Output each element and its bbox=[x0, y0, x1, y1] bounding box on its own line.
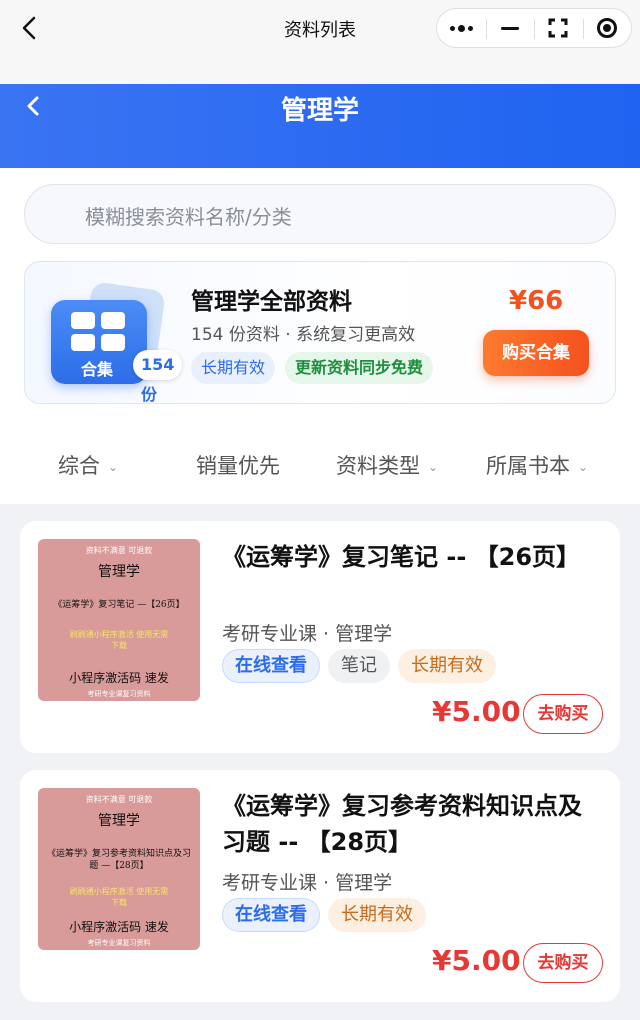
bundle-icon-label: 合集 bbox=[81, 360, 114, 379]
minimize-button[interactable] bbox=[485, 9, 535, 47]
more-options-button[interactable] bbox=[437, 9, 486, 47]
item-price: ¥5.00 bbox=[432, 695, 521, 728]
more-dots-icon bbox=[449, 24, 473, 32]
list-item[interactable]: 资料不满意 可退款 管理学 《运筹学》复习笔记 —【26页】 刷刷通小程序激活 … bbox=[20, 521, 620, 753]
filter-bar: 综合 ⌄ 销量优先 资料类型 ⌄ 所属书本 ⌄ bbox=[0, 424, 640, 504]
buy-button[interactable]: 去购买 bbox=[523, 943, 603, 983]
document-thumbnail: 资料不满意 可退款 管理学 《运筹学》复习参考资料知识点及习题 —【28页】 刷… bbox=[38, 788, 200, 950]
tag: 笔记 bbox=[328, 649, 390, 683]
chevron-down-icon: ⌄ bbox=[428, 460, 439, 474]
tag: 更新资料同步免费 bbox=[285, 352, 434, 384]
item-title: 《运筹学》复习参考资料知识点及习题 -- 【28页】 bbox=[222, 792, 582, 856]
count-badge: 154份 bbox=[133, 350, 183, 404]
search-placeholder: 模糊搜索资料名称/分类 bbox=[85, 205, 292, 229]
capsule-menu bbox=[436, 8, 632, 48]
bundle-price: ¥66 bbox=[509, 286, 564, 316]
fullscreen-button[interactable] bbox=[534, 9, 583, 47]
bundle-icon: 合集 154份 bbox=[51, 281, 183, 404]
filter-label: 资料类型 bbox=[336, 454, 420, 478]
bundle-card[interactable]: 合集 154份 管理学全部资料 154 份资料 · 系统复习更高效 长期有效 更… bbox=[24, 261, 616, 404]
target-icon bbox=[596, 18, 617, 38]
buy-button[interactable]: 去购买 bbox=[523, 694, 603, 734]
filter-comprehensive[interactable]: 综合 ⌄ bbox=[58, 450, 118, 480]
list-item[interactable]: 资料不满意 可退款 管理学 《运筹学》复习参考资料知识点及习题 —【28页】 刷… bbox=[20, 770, 620, 1002]
item-meta: 考研专业课 · 管理学 bbox=[222, 872, 393, 894]
chevron-down-icon: ⌄ bbox=[578, 460, 589, 474]
filter-label: 所属书本 bbox=[486, 454, 570, 478]
buy-bundle-button[interactable]: 购买合集 bbox=[483, 330, 589, 376]
document-thumbnail: 资料不满意 可退款 管理学 《运筹学》复习笔记 —【26页】 刷刷通小程序激活 … bbox=[38, 539, 200, 701]
grid-icon: 合集 bbox=[51, 300, 147, 384]
item-meta: 考研专业课 · 管理学 bbox=[222, 623, 393, 645]
filter-sales[interactable]: 销量优先 bbox=[196, 450, 280, 480]
filter-label: 销量优先 bbox=[196, 454, 280, 478]
tag: 长期有效 bbox=[398, 649, 496, 683]
tag: 长期有效 bbox=[328, 898, 426, 932]
page-header: 管理学 bbox=[0, 84, 640, 168]
search-input[interactable]: 模糊搜索资料名称/分类 bbox=[24, 184, 616, 244]
bundle-tags: 长期有效 更新资料同步免费 bbox=[191, 352, 434, 384]
page-title: 管理学 bbox=[280, 96, 359, 126]
fullscreen-icon bbox=[548, 18, 568, 38]
item-price: ¥5.00 bbox=[432, 944, 521, 977]
filter-book[interactable]: 所属书本 ⌄ bbox=[486, 450, 588, 480]
minus-icon bbox=[500, 26, 519, 30]
view-online-tag[interactable]: 在线查看 bbox=[222, 649, 320, 683]
close-miniprogram-button[interactable] bbox=[582, 9, 632, 47]
filter-label: 综合 bbox=[58, 454, 100, 478]
bundle-subtitle: 154 份资料 · 系统复习更高效 bbox=[191, 325, 416, 345]
item-tags: 在线查看 长期有效 bbox=[222, 898, 426, 932]
item-tags: 在线查看 笔记 长期有效 bbox=[222, 649, 496, 683]
tag: 长期有效 bbox=[191, 352, 276, 384]
mini-program-navbar: 资料列表 bbox=[0, 0, 640, 84]
bundle-title: 管理学全部资料 bbox=[191, 289, 352, 315]
filter-type[interactable]: 资料类型 ⌄ bbox=[336, 450, 438, 480]
item-title: 《运筹学》复习笔记 -- 【26页】 bbox=[222, 543, 581, 571]
view-online-tag[interactable]: 在线查看 bbox=[222, 898, 320, 932]
chevron-down-icon: ⌄ bbox=[108, 460, 119, 474]
